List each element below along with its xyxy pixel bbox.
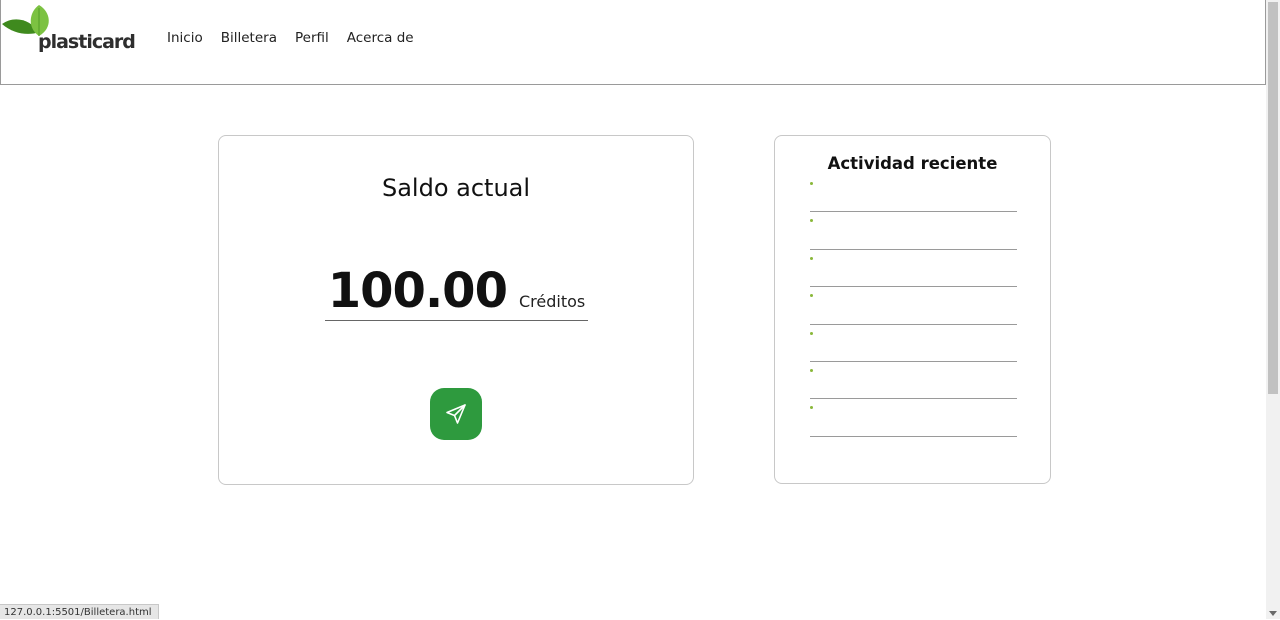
activity-item xyxy=(810,362,1017,400)
paper-plane-icon xyxy=(446,404,466,424)
nav-link-acerca-de[interactable]: Acerca de xyxy=(347,30,414,46)
recent-activity-card: Actividad reciente xyxy=(774,135,1051,484)
activity-title: Actividad reciente xyxy=(827,154,998,173)
balance-amount: 100.00 xyxy=(327,263,508,319)
activity-item xyxy=(810,399,1017,437)
brand-name: plasticard xyxy=(38,31,136,53)
page-scrollbar[interactable] xyxy=(1266,0,1280,619)
activity-item xyxy=(810,250,1017,288)
nav-link-billetera[interactable]: Billetera xyxy=(221,30,277,46)
scrollbar-thumb[interactable] xyxy=(1268,2,1278,394)
send-credits-button[interactable] xyxy=(430,388,482,440)
activity-item xyxy=(810,212,1017,250)
main-nav: Inicio Billetera Perfil Acerca de xyxy=(167,30,432,46)
balance-card: Saldo actual 100.00 Créditos xyxy=(218,135,694,485)
balance-display: 100.00 Créditos xyxy=(325,263,588,321)
nav-link-inicio[interactable]: Inicio xyxy=(167,30,203,46)
balance-unit: Créditos xyxy=(518,292,586,311)
nav-link-perfil[interactable]: Perfil xyxy=(295,30,329,46)
activity-item xyxy=(810,175,1017,213)
balance-title: Saldo actual xyxy=(381,174,531,202)
scroll-down-arrow-icon[interactable] xyxy=(1269,611,1277,616)
status-bar-url: 127.0.0.1:5501/Billetera.html xyxy=(0,604,159,619)
navbar: plasticard Inicio Billetera Perfil Acerc… xyxy=(0,0,1266,85)
activity-item xyxy=(810,287,1017,325)
brand-logo[interactable]: plasticard xyxy=(1,2,136,58)
activity-list xyxy=(810,175,1017,437)
activity-item xyxy=(810,325,1017,362)
